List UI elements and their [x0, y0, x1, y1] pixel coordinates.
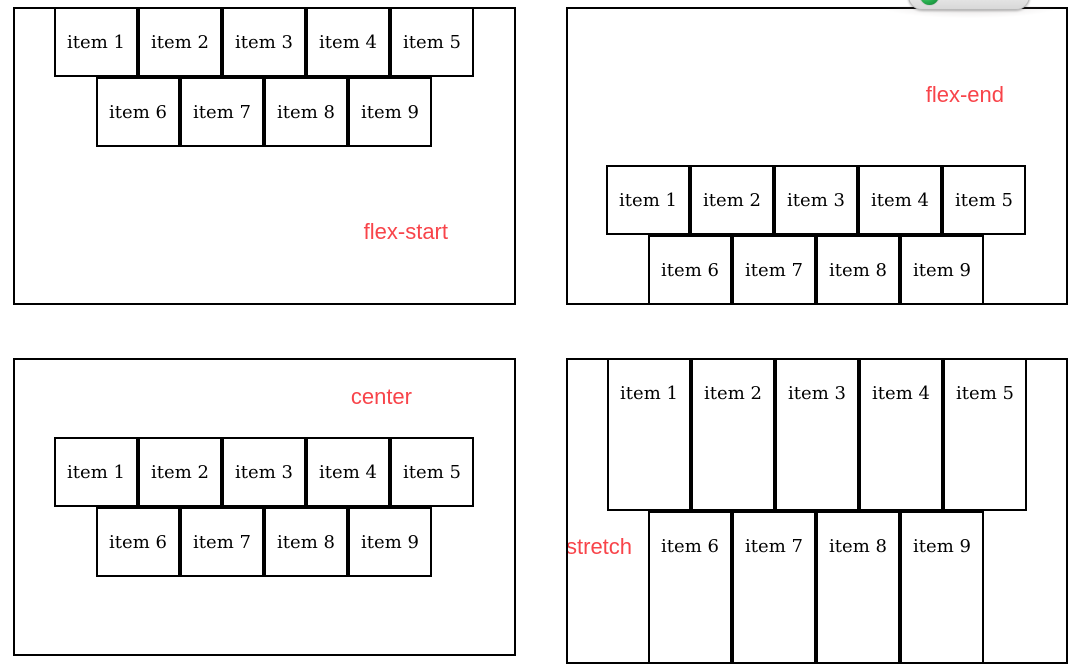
flex-container-center: item 1 item 2 item 3 item 4 item 5 item …	[15, 437, 514, 577]
browser-toolbar-pill[interactable]	[908, 0, 1030, 10]
flex-item[interactable]: item 1	[54, 437, 138, 507]
flex-row: item 1 item 2 item 3 item 4 item 5	[54, 437, 514, 507]
flex-item[interactable]: item 2	[138, 437, 222, 507]
flex-row: item 6 item 7 item 8 item 9	[96, 77, 514, 147]
flex-item[interactable]: item 8	[264, 507, 348, 577]
flex-item[interactable]: item 9	[348, 77, 432, 147]
flex-item[interactable]: item 7	[732, 235, 816, 303]
flex-item[interactable]: item 1	[607, 360, 691, 511]
panel-label-stretch: stretch	[566, 534, 633, 559]
flex-item[interactable]: item 8	[264, 77, 348, 147]
flex-item[interactable]: item 4	[859, 360, 943, 511]
panel-label-center: center	[350, 384, 412, 409]
flex-item[interactable]: item 4	[858, 165, 942, 235]
panel-flex-end: flex-end item 1 item 2 item 3 item 4 ite…	[566, 7, 1068, 305]
flex-item[interactable]: item 7	[180, 507, 264, 577]
flex-item[interactable]: item 5	[942, 165, 1026, 235]
flex-item[interactable]: item 3	[222, 437, 306, 507]
panel-flex-start: item 1 item 2 item 3 item 4 item 5 item …	[13, 7, 516, 305]
flex-item[interactable]: item 6	[648, 235, 732, 303]
flex-item[interactable]: item 8	[816, 511, 900, 662]
flex-item[interactable]: item 2	[691, 360, 775, 511]
flex-item[interactable]: item 6	[96, 77, 180, 147]
flex-row: item 6 item 7 item 8 item 9	[648, 511, 1066, 662]
flex-item[interactable]: item 9	[348, 507, 432, 577]
flex-item[interactable]: item 1	[54, 9, 138, 77]
flex-item[interactable]: item 9	[900, 511, 984, 662]
flex-item[interactable]: item 5	[390, 437, 474, 507]
flex-item[interactable]: item 7	[732, 511, 816, 662]
flex-row: item 6 item 7 item 8 item 9	[96, 507, 514, 577]
flex-item[interactable]: item 1	[606, 165, 690, 235]
flex-item[interactable]: item 5	[390, 9, 474, 77]
flex-container-stretch: item 1 item 2 item 3 item 4 item 5 item …	[568, 360, 1066, 662]
flex-row: item 1 item 2 item 3 item 4 item 5	[54, 9, 514, 77]
flex-item[interactable]: item 3	[222, 9, 306, 77]
panel-stretch: item 1 item 2 item 3 item 4 item 5 item …	[566, 358, 1068, 664]
panel-label-flex-start: flex-start	[363, 219, 448, 244]
flex-item[interactable]: item 2	[690, 165, 774, 235]
green-circle-icon[interactable]	[919, 0, 940, 6]
flex-item[interactable]: item 5	[943, 360, 1027, 511]
flex-container-flex-end: item 1 item 2 item 3 item 4 item 5 item …	[568, 165, 1066, 303]
flex-container-flex-start: item 1 item 2 item 3 item 4 item 5 item …	[15, 9, 514, 147]
flex-item[interactable]: item 6	[648, 511, 732, 662]
flex-item[interactable]: item 4	[306, 9, 390, 77]
flex-item[interactable]: item 3	[774, 165, 858, 235]
flex-item[interactable]: item 2	[138, 9, 222, 77]
flex-item[interactable]: item 9	[900, 235, 984, 303]
flex-item[interactable]: item 8	[816, 235, 900, 303]
flex-row: item 1 item 2 item 3 item 4 item 5	[606, 165, 1066, 235]
panel-center: center item 1 item 2 item 3 item 4 item …	[13, 358, 516, 656]
flex-item[interactable]: item 6	[96, 507, 180, 577]
flex-item[interactable]: item 3	[775, 360, 859, 511]
flex-item[interactable]: item 4	[306, 437, 390, 507]
flex-row: item 1 item 2 item 3 item 4 item 5	[607, 360, 1066, 511]
flex-item[interactable]: item 7	[180, 77, 264, 147]
panel-label-flex-end: flex-end	[925, 82, 1004, 107]
flex-row: item 6 item 7 item 8 item 9	[648, 235, 1066, 303]
